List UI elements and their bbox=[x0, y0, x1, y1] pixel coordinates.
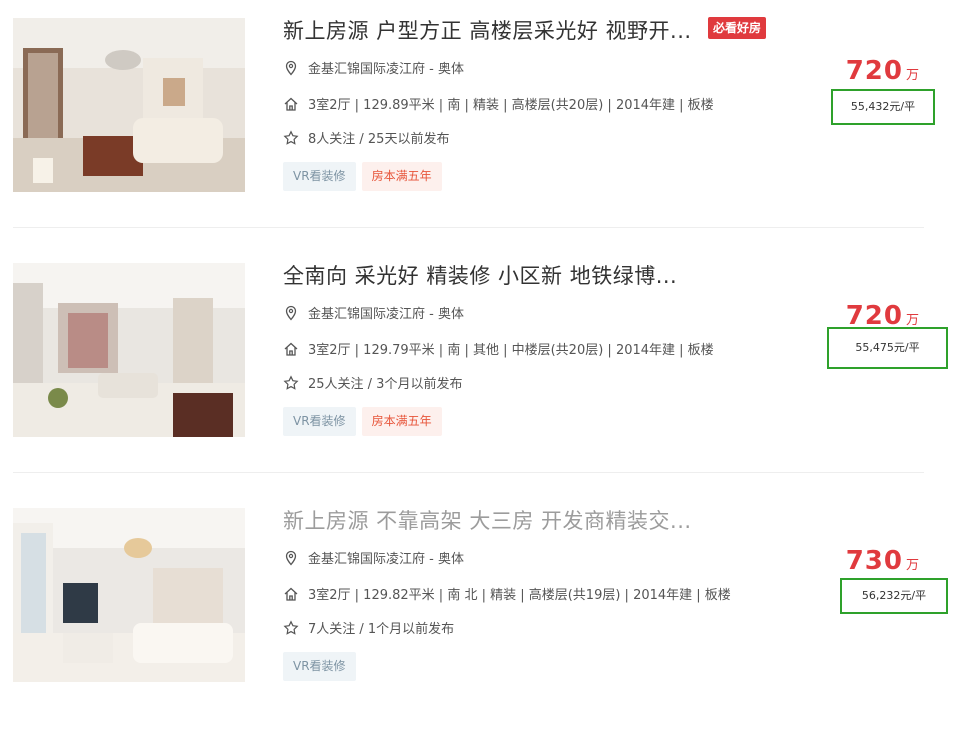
community-link[interactable]: 金基汇锦国际凌江府 - 奥体 bbox=[308, 58, 464, 77]
follow-info: 7人关注 / 1个月以前发布 bbox=[308, 622, 455, 637]
price-unit: 万 bbox=[905, 313, 919, 328]
house-icon bbox=[283, 586, 299, 602]
follow-info: 8人关注 / 25天以前发布 bbox=[308, 132, 450, 147]
location-pin-icon bbox=[283, 60, 299, 76]
tag-five-years: 房本满五年 bbox=[361, 162, 442, 191]
tag-list: VR看装修 bbox=[283, 652, 356, 681]
follow-row: 7人关注 / 1个月以前发布 bbox=[283, 618, 454, 637]
community-row: 金基汇锦国际凌江府 - 奥体 bbox=[283, 548, 464, 567]
total-price: 720 万 bbox=[846, 56, 919, 86]
listing-card[interactable]: 新上房源 户型方正 高楼层采光好 视野开... 必看好房 金基汇锦国际凌江府 -… bbox=[0, 0, 962, 245]
tag-vr: VR看装修 bbox=[283, 652, 356, 681]
community-link[interactable]: 金基汇锦国际凌江府 - 奥体 bbox=[308, 548, 464, 567]
unit-price: 55,475元/平 bbox=[827, 327, 948, 369]
star-icon bbox=[283, 129, 299, 146]
community-row: 金基汇锦国际凌江府 - 奥体 bbox=[283, 303, 464, 322]
follow-row: 25人关注 / 3个月以前发布 bbox=[283, 373, 462, 392]
specs-row: 3室2厅 | 129.79平米 | 南 | 其他 | 中楼层(共20层) | 2… bbox=[283, 339, 714, 358]
location-pin-icon bbox=[283, 550, 299, 566]
tag-vr: VR看装修 bbox=[283, 407, 356, 436]
listing-title[interactable]: 新上房源 户型方正 高楼层采光好 视野开... bbox=[283, 15, 692, 45]
tag-list: VR看装修 房本满五年 bbox=[283, 407, 442, 436]
tag-vr: VR看装修 bbox=[283, 162, 356, 191]
star-icon bbox=[283, 374, 299, 391]
community-link[interactable]: 金基汇锦国际凌江府 - 奥体 bbox=[308, 303, 464, 322]
specs-row: 3室2厅 | 129.82平米 | 南 北 | 精装 | 高楼层(共19层) |… bbox=[283, 584, 731, 603]
house-specs: 3室2厅 | 129.79平米 | 南 | 其他 | 中楼层(共20层) | 2… bbox=[308, 343, 714, 358]
follow-info: 25人关注 / 3个月以前发布 bbox=[308, 377, 463, 392]
price-value: 730 bbox=[845, 546, 903, 576]
price-value: 720 bbox=[845, 56, 903, 86]
star-icon bbox=[283, 619, 299, 636]
listing-photo[interactable] bbox=[13, 508, 245, 682]
listing-photo[interactable] bbox=[13, 18, 245, 192]
listing-card[interactable]: 全南向 采光好 精装修 小区新 地铁绿博... 金基汇锦国际凌江府 - 奥体 3… bbox=[0, 245, 962, 490]
tag-list: VR看装修 房本满五年 bbox=[283, 162, 442, 191]
divider bbox=[13, 227, 924, 228]
listing-title[interactable]: 新上房源 不靠高架 大三房 开发商精装交... bbox=[283, 505, 692, 535]
specs-row: 3室2厅 | 129.89平米 | 南 | 精装 | 高楼层(共20层) | 2… bbox=[283, 94, 714, 113]
follow-row: 8人关注 / 25天以前发布 bbox=[283, 128, 449, 147]
house-specs: 3室2厅 | 129.82平米 | 南 北 | 精装 | 高楼层(共19层) |… bbox=[308, 588, 731, 603]
listing-title[interactable]: 全南向 采光好 精装修 小区新 地铁绿博... bbox=[283, 260, 677, 290]
house-icon bbox=[283, 341, 299, 357]
unit-price: 56,232元/平 bbox=[840, 578, 948, 614]
price-unit: 万 bbox=[905, 558, 919, 573]
house-specs: 3室2厅 | 129.89平米 | 南 | 精装 | 高楼层(共20层) | 2… bbox=[308, 98, 714, 113]
listing-photo[interactable] bbox=[13, 263, 245, 437]
unit-price: 55,432元/平 bbox=[831, 89, 935, 125]
house-icon bbox=[283, 96, 299, 112]
must-see-badge: 必看好房 bbox=[708, 17, 767, 39]
community-row: 金基汇锦国际凌江府 - 奥体 bbox=[283, 58, 464, 77]
location-pin-icon bbox=[283, 305, 299, 321]
listing-card[interactable]: 新上房源 不靠高架 大三房 开发商精装交... 金基汇锦国际凌江府 - 奥体 3… bbox=[0, 490, 962, 735]
divider bbox=[13, 472, 924, 473]
tag-five-years: 房本满五年 bbox=[361, 407, 442, 436]
price-unit: 万 bbox=[905, 68, 919, 83]
total-price: 730 万 bbox=[846, 546, 919, 576]
